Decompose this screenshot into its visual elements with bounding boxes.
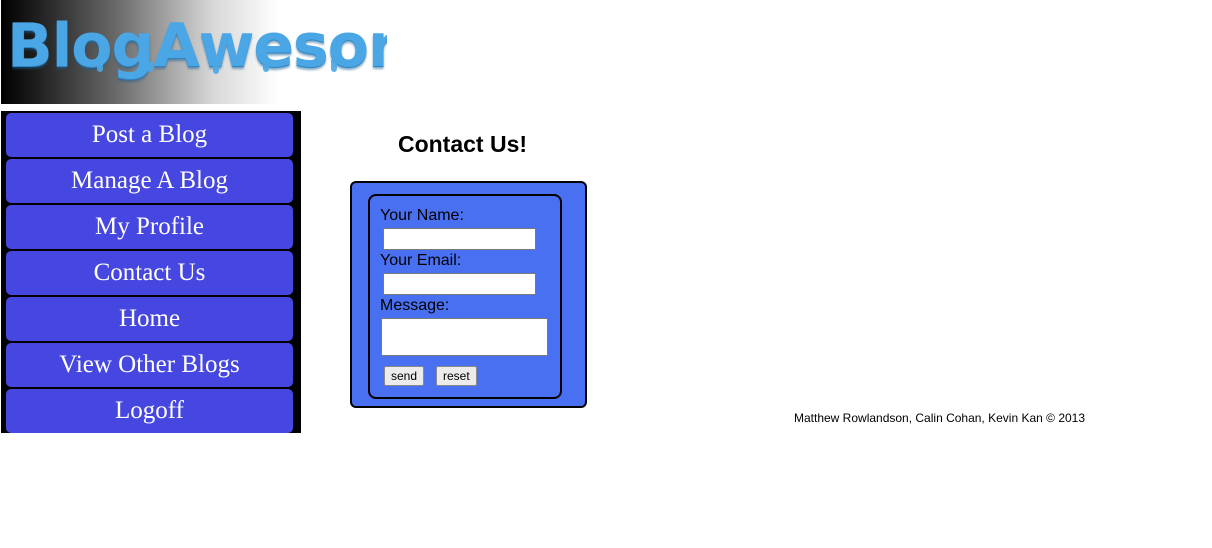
nav-item-home[interactable]: Home xyxy=(6,297,293,341)
logo-drip-decoration xyxy=(263,62,269,72)
name-field[interactable] xyxy=(383,228,536,250)
email-field[interactable] xyxy=(383,273,536,295)
nav-item-post-a-blog[interactable]: Post a Blog xyxy=(6,113,293,157)
sidebar-nav: Post a Blog Manage A Blog My Profile Con… xyxy=(1,111,301,433)
contact-form: Your Name: Your Email: Message: send res… xyxy=(368,194,562,399)
site-logo: BlogAwesome! xyxy=(7,11,387,81)
logo-banner: BlogAwesome! xyxy=(1,0,387,104)
logo-drip-decoration xyxy=(97,60,103,72)
logo-drip-decoration xyxy=(213,60,219,74)
nav-item-contact-us[interactable]: Contact Us xyxy=(6,251,293,295)
nav-item-logoff[interactable]: Logoff xyxy=(6,389,293,433)
logo-drip-decoration xyxy=(147,62,153,72)
nav-item-my-profile[interactable]: My Profile xyxy=(6,205,293,249)
nav-item-manage-a-blog[interactable]: Manage A Blog xyxy=(6,159,293,203)
contact-form-panel: Your Name: Your Email: Message: send res… xyxy=(350,181,587,408)
footer-credits: Matthew Rowlandson, Calin Cohan, Kevin K… xyxy=(794,411,1086,425)
send-button[interactable]: send xyxy=(384,366,425,386)
message-field[interactable] xyxy=(381,318,548,356)
logo-drip-decoration xyxy=(331,60,337,72)
name-label: Your Name: xyxy=(380,207,464,224)
message-label: Message: xyxy=(380,297,450,314)
email-label: Your Email: xyxy=(380,252,462,269)
page-title: Contact Us! xyxy=(397,131,528,157)
reset-button[interactable]: reset xyxy=(436,366,477,386)
nav-item-view-other-blogs[interactable]: View Other Blogs xyxy=(6,343,293,387)
